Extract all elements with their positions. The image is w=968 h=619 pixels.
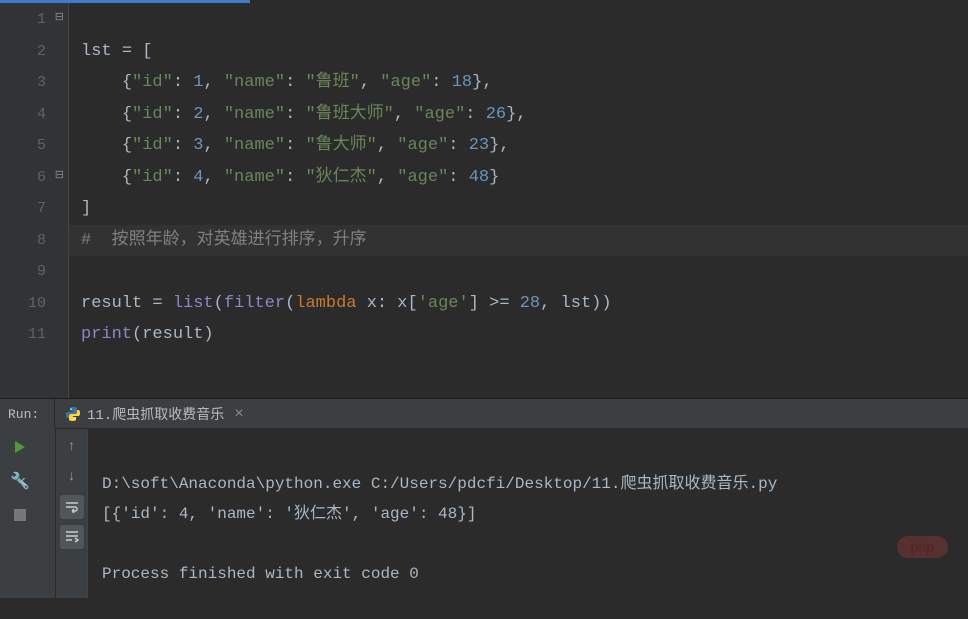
line-number-gutter: 1 ⊟ 2 3 4 5 6 ⊟ 7 8 9 10 11 (0, 0, 68, 398)
line-number: 7 (37, 200, 46, 217)
line-number: 2 (37, 43, 46, 60)
console-line: [{'id': 4, 'name': '狄仁杰', 'age': 48}] (102, 505, 476, 523)
line-number: 8 (37, 232, 46, 249)
line-number: 11 (28, 326, 46, 343)
line-number: 5 (37, 137, 46, 154)
scroll-up-button[interactable]: ↑ (60, 435, 84, 459)
stop-button[interactable] (8, 503, 32, 527)
code-editor[interactable]: 1 ⊟ 2 3 4 5 6 ⊟ 7 8 9 10 11 lst = [ {"id":… (0, 0, 968, 398)
run-tab-title[interactable]: 11.爬虫抓取收费音乐 (87, 404, 224, 424)
console-output[interactable]: D:\soft\Anaconda\python.exe C:/Users/pdc… (87, 429, 968, 598)
python-file-icon (65, 406, 81, 422)
progress-bar (0, 0, 250, 3)
line-number: 9 (37, 263, 46, 280)
scroll-to-end-button[interactable] (60, 525, 84, 549)
run-left-toolbar: 🔧 (0, 429, 40, 527)
run-tab-bar: 11.爬虫抓取收费音乐 × (55, 399, 968, 429)
console-line: Process finished with exit code 0 (102, 565, 419, 583)
fold-open-icon[interactable]: ⊟ (54, 13, 64, 23)
rerun-button[interactable] (8, 435, 32, 459)
line-number: 10 (28, 295, 46, 312)
console-toolbar: ↑ ↓ (55, 429, 87, 598)
close-tab-button[interactable]: × (234, 405, 244, 423)
code-text-area[interactable]: lst = [ {"id": 1, "name": "鲁班", "age": 1… (68, 0, 968, 398)
settings-button[interactable]: 🔧 (8, 469, 32, 493)
fold-close-icon[interactable]: ⊟ (54, 171, 64, 181)
run-tool-window: Run: 🔧 11.爬虫抓取收费音乐 × ↑ ↓ (0, 399, 968, 598)
scroll-down-button[interactable]: ↓ (60, 465, 84, 489)
console-line: D:\soft\Anaconda\python.exe C:/Users/pdc… (102, 475, 777, 493)
soft-wrap-button[interactable] (60, 495, 84, 519)
line-number: 4 (37, 106, 46, 123)
line-number: 3 (37, 74, 46, 91)
line-number: 6 (37, 169, 46, 186)
run-panel-label: Run: (0, 399, 55, 429)
watermark-badge: php (897, 536, 948, 558)
line-number: 1 (37, 11, 46, 28)
